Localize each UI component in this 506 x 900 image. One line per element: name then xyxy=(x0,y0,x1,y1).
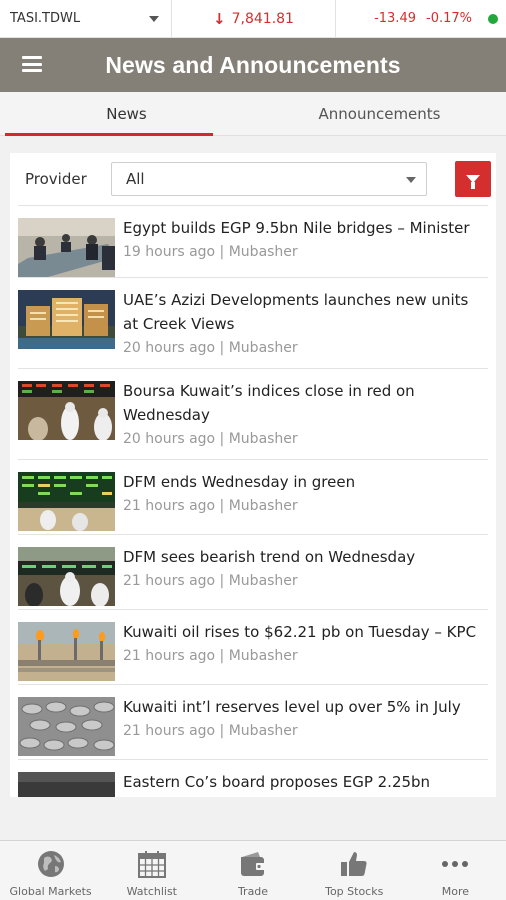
market-selector[interactable]: TASI.TDWL xyxy=(0,0,172,38)
provider-label: Provider xyxy=(25,170,87,188)
tab-bar: News Announcements xyxy=(0,92,506,136)
provider-filter-row: Provider All xyxy=(10,153,496,205)
news-headline: UAE’s Azizi Developments launches new un… xyxy=(123,291,469,333)
news-item[interactable]: DFM ends Wednesday in green 21 hours ago… xyxy=(18,460,488,535)
news-meta: 21 hours ago | Mubasher xyxy=(123,723,298,739)
news-meta: 20 hours ago | Mubasher xyxy=(123,340,298,356)
nav-trade[interactable]: Trade xyxy=(202,841,303,900)
news-meta: 21 hours ago | Mubasher xyxy=(123,648,298,664)
news-headline: Egypt builds EGP 9.5bn Nile bridges – Mi… xyxy=(123,219,470,237)
stock-board-photo-icon xyxy=(18,547,115,606)
index-value-text: 7,841.81 xyxy=(231,10,294,27)
nav-watchlist[interactable]: Watchlist xyxy=(101,841,202,900)
market-status-dot-icon xyxy=(488,13,498,24)
oil-field-photo-icon xyxy=(18,622,115,681)
news-headline: Eastern Co’s board proposes EGP 2.25bn xyxy=(123,773,431,791)
news-item[interactable]: Egypt builds EGP 9.5bn Nile bridges – Mi… xyxy=(18,206,488,278)
arrow-down-icon: ↓ xyxy=(213,9,226,28)
more-dots-icon xyxy=(442,861,469,867)
news-headline: Kuwaiti oil rises to $62.21 pb on Tuesda… xyxy=(123,623,477,641)
nav-global-markets[interactable]: Global Markets xyxy=(0,841,101,900)
bottom-navigation: Global Markets Watchlist Trade Top Stock… xyxy=(0,840,506,900)
news-meta: 20 hours ago | Mubasher xyxy=(123,431,298,447)
nav-label: Global Markets xyxy=(9,885,92,898)
news-meta: 21 hours ago | Mubasher xyxy=(123,573,298,589)
market-ticker-bar: TASI.TDWL ↓ 7,841.81 -13.49 -0.17% xyxy=(0,0,506,38)
news-item[interactable]: Eastern Co’s board proposes EGP 2.25bn xyxy=(18,760,488,797)
news-headline: Boursa Kuwait’s indices close in red on … xyxy=(123,382,415,424)
news-panel: Provider All Egypt builds EGP 9.5bn Nile… xyxy=(10,153,496,797)
news-headline: DFM ends Wednesday in green xyxy=(123,473,356,491)
news-item[interactable]: Boursa Kuwait’s indices close in red on … xyxy=(18,369,488,460)
news-item[interactable]: UAE’s Azizi Developments launches new un… xyxy=(18,278,488,369)
tab-news[interactable]: News xyxy=(0,92,253,136)
page-title: News and Announcements xyxy=(105,51,401,78)
market-symbol: TASI.TDWL xyxy=(10,11,81,26)
filter-funnel-icon xyxy=(466,175,480,189)
index-change-percent: -0.17% xyxy=(426,11,472,26)
index-value: ↓ 7,841.81 xyxy=(172,0,336,38)
nav-label: Trade xyxy=(237,885,269,898)
nav-more[interactable]: More xyxy=(405,841,506,900)
news-headline: Kuwaiti int’l reserves level up over 5% … xyxy=(123,698,461,716)
thumbs-up-icon xyxy=(341,852,367,876)
calendar-grid-icon xyxy=(137,851,166,878)
news-item[interactable]: Kuwaiti int’l reserves level up over 5% … xyxy=(18,685,488,760)
hamburger-menu-icon[interactable] xyxy=(22,56,42,72)
coins-photo-icon xyxy=(18,697,115,756)
provider-dropdown[interactable]: All xyxy=(111,162,427,196)
news-list: Egypt builds EGP 9.5bn Nile bridges – Mi… xyxy=(10,206,496,797)
nav-label: More xyxy=(441,885,470,898)
index-change: -13.49 -0.17% xyxy=(336,11,506,26)
nav-label: Top Stocks xyxy=(325,885,384,898)
news-meta: 19 hours ago | Mubasher xyxy=(123,244,298,260)
nav-label: Watchlist xyxy=(126,885,177,898)
stock-board-photo-icon xyxy=(18,472,115,531)
factory-photo-icon xyxy=(18,772,115,797)
index-change-value: -13.49 xyxy=(374,11,416,26)
building-photo-icon xyxy=(18,290,115,349)
chevron-down-icon xyxy=(406,177,416,183)
tab-announcements[interactable]: Announcements xyxy=(253,92,506,135)
filter-button[interactable] xyxy=(455,161,491,197)
trading-floor-photo-icon xyxy=(18,381,115,440)
chevron-down-icon xyxy=(149,15,159,22)
news-headline: DFM sees bearish trend on Wednesday xyxy=(123,548,416,566)
wallet-icon xyxy=(241,852,265,876)
globe-icon xyxy=(37,851,64,877)
nav-top-stocks[interactable]: Top Stocks xyxy=(304,841,405,900)
news-item[interactable]: DFM sees bearish trend on Wednesday 21 h… xyxy=(18,535,488,610)
app-bar: News and Announcements xyxy=(0,38,506,92)
news-meta: 21 hours ago | Mubasher xyxy=(123,498,298,514)
provider-selected-value: All xyxy=(126,170,145,188)
meeting-photo-icon xyxy=(18,218,115,277)
news-item[interactable]: Kuwaiti oil rises to $62.21 pb on Tuesda… xyxy=(18,610,488,685)
